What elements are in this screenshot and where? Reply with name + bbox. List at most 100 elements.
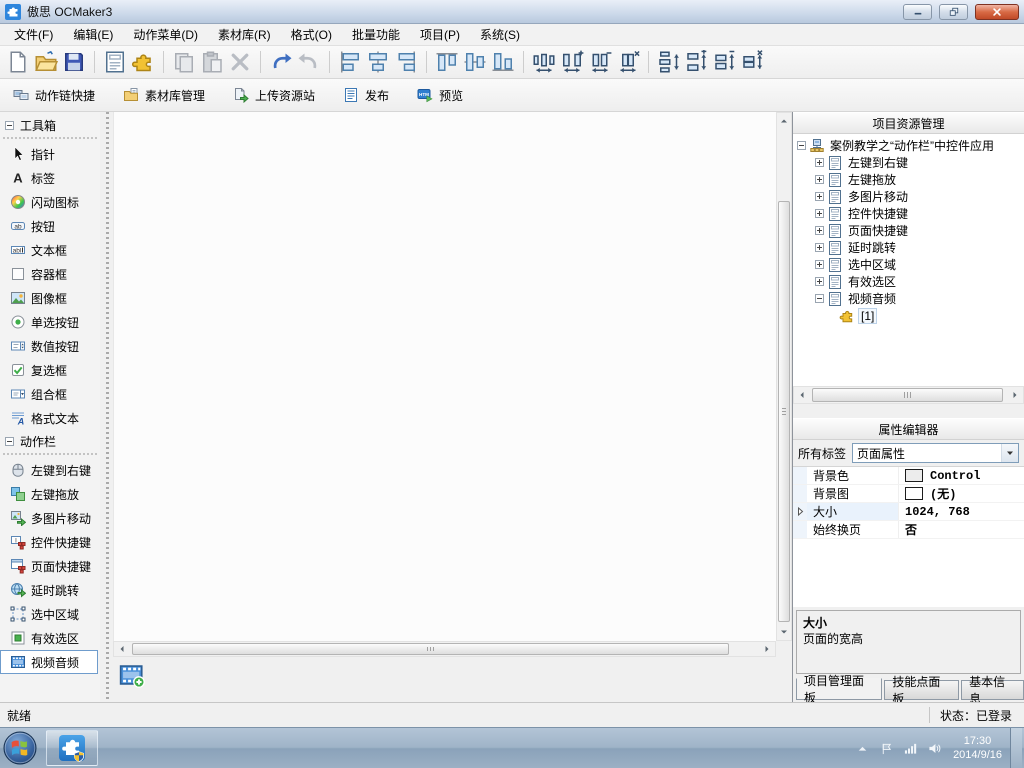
tree-node-page[interactable]: 左键到右键	[793, 154, 1024, 171]
menu-material[interactable]: 素材库(R)	[208, 24, 281, 45]
tab-project-management[interactable]: 项目管理面板	[796, 674, 883, 705]
page-form-button[interactable]	[102, 49, 128, 75]
tree-horizontal-scrollbar[interactable]	[793, 386, 1024, 404]
space-h-decrease-button[interactable]	[587, 49, 613, 75]
space-h-increase-button[interactable]	[559, 49, 585, 75]
tool-control-hotkey[interactable]: I 控件快捷键	[0, 530, 100, 554]
tool-valid-area[interactable]: 有效选区	[0, 626, 100, 650]
property-value-cell[interactable]: (无)	[899, 485, 1024, 502]
tree-node-page[interactable]: 视频音频	[793, 290, 1024, 307]
tool-checkbox[interactable]: 复选框	[0, 358, 100, 382]
tree-node-page[interactable]: 多图片移动	[793, 188, 1024, 205]
menu-system[interactable]: 系统(S)	[470, 24, 530, 45]
menu-format[interactable]: 格式(O)	[281, 24, 342, 45]
taskbar-clock[interactable]: 17:30 2014/9/16	[947, 734, 1008, 762]
open-button[interactable]	[33, 49, 59, 75]
tool-multi-image-move[interactable]: 多图片移动	[0, 506, 100, 530]
tool-drag-drop[interactable]: 左键拖放	[0, 482, 100, 506]
tree-node-page[interactable]: 控件快捷键	[793, 205, 1024, 222]
space-v-remove-button[interactable]	[740, 49, 766, 75]
upload-resource-button[interactable]: 上传资源站	[224, 82, 324, 108]
tab-basic-info[interactable]: 基本信息	[961, 675, 1024, 706]
tree-expand-icon[interactable]	[815, 175, 824, 184]
network-button[interactable]	[899, 734, 921, 762]
scroll-right-button[interactable]	[1007, 387, 1023, 403]
new-document-button[interactable]	[5, 49, 31, 75]
align-center-button[interactable]	[365, 49, 391, 75]
tool-delay-jump[interactable]: 延时跳转	[0, 578, 100, 602]
tree-expand-icon[interactable]	[815, 260, 824, 269]
space-h-equal-button[interactable]	[531, 49, 557, 75]
space-v-increase-button[interactable]	[684, 49, 710, 75]
preview-button[interactable]: HTM 预览	[408, 82, 472, 108]
tool-label[interactable]: A 标签	[0, 166, 100, 190]
scroll-left-button[interactable]	[114, 642, 130, 656]
property-row-size[interactable]: 大小 1024, 768	[793, 503, 1024, 521]
tool-imagebox[interactable]: 图像框	[0, 286, 100, 310]
chevron-down-icon[interactable]	[1001, 444, 1018, 462]
action-chain-button[interactable]: 动作链快捷	[4, 82, 104, 108]
tag-dropdown[interactable]: 页面属性	[852, 443, 1019, 463]
tree-collapse-icon[interactable]	[797, 141, 806, 150]
redo-button[interactable]	[296, 49, 322, 75]
undo-button[interactable]	[268, 49, 294, 75]
property-row-backcolor[interactable]: 背景色 Control	[793, 467, 1024, 485]
restore-button[interactable]	[939, 3, 968, 20]
tool-textbox[interactable]: abl 文本框	[0, 238, 100, 262]
tree-expand-icon[interactable]	[815, 209, 824, 218]
canvas-horizontal-scrollbar[interactable]	[113, 641, 776, 657]
tree-expand-icon[interactable]	[815, 243, 824, 252]
property-value-cell[interactable]: 1024, 768	[899, 505, 1024, 519]
menu-file[interactable]: 文件(F)	[4, 24, 63, 45]
align-bottom-button[interactable]	[490, 49, 516, 75]
align-left-button[interactable]	[337, 49, 363, 75]
collapse-icon[interactable]	[5, 120, 14, 130]
tool-page-hotkey[interactable]: 页面快捷键	[0, 554, 100, 578]
scroll-right-button[interactable]	[759, 642, 775, 656]
show-desktop-button[interactable]	[1010, 727, 1022, 768]
action-puzzle-button[interactable]	[130, 49, 156, 75]
tree-node-page[interactable]: 有效选区	[793, 273, 1024, 290]
align-right-button[interactable]	[393, 49, 419, 75]
expand-right-icon[interactable]	[796, 507, 805, 516]
tool-richtext[interactable]: A 格式文本	[0, 406, 100, 430]
taskbar-app-button[interactable]	[46, 730, 98, 766]
menu-action[interactable]: 动作菜单(D)	[123, 24, 208, 45]
menu-project[interactable]: 项目(P)	[410, 24, 470, 45]
placed-video-audio-icon[interactable]	[119, 662, 145, 688]
tool-radio[interactable]: 单选按钮	[0, 310, 100, 334]
start-button[interactable]	[0, 728, 40, 768]
scrollbar-thumb[interactable]	[812, 388, 1003, 402]
tool-flash-icon[interactable]: 闪动图标	[0, 190, 100, 214]
scrollbar-track[interactable]	[130, 642, 759, 656]
tool-left-to-right-key[interactable]: 左键到右键	[0, 458, 100, 482]
align-middle-button[interactable]	[462, 49, 488, 75]
tree-expand-icon[interactable]	[815, 192, 824, 201]
tree-expand-icon[interactable]	[815, 158, 824, 167]
tool-numeric[interactable]: 数值按钮	[0, 334, 100, 358]
scroll-up-button[interactable]	[777, 113, 791, 129]
publish-button[interactable]: 发布	[334, 82, 398, 108]
tree-node-page[interactable]: 选中区域	[793, 256, 1024, 273]
align-top-button[interactable]	[434, 49, 460, 75]
scrollbar-track[interactable]	[777, 129, 791, 624]
tool-button[interactable]: ab 按钮	[0, 214, 100, 238]
tree-node-page[interactable]: 页面快捷键	[793, 222, 1024, 239]
space-h-remove-button[interactable]	[615, 49, 641, 75]
minimize-button[interactable]	[903, 3, 932, 20]
property-value-cell[interactable]: Control	[899, 469, 1024, 483]
scrollbar-track[interactable]	[810, 387, 1007, 403]
close-button[interactable]	[975, 3, 1019, 20]
delete-button[interactable]	[227, 49, 253, 75]
collapse-icon[interactable]	[5, 436, 14, 446]
tool-video-audio[interactable]: 视频音频	[0, 650, 98, 674]
tool-container[interactable]: 容器框	[0, 262, 100, 286]
tree-root-node[interactable]: 案例教学之“动作栏”中控件应用	[793, 137, 1024, 154]
save-button[interactable]	[61, 49, 87, 75]
volume-button[interactable]	[923, 734, 945, 762]
action-center-button[interactable]	[875, 734, 897, 762]
space-v-decrease-button[interactable]	[712, 49, 738, 75]
property-value-cell[interactable]: 否	[899, 521, 1024, 538]
scrollbar-thumb[interactable]	[132, 643, 729, 655]
tree-collapse-icon[interactable]	[815, 294, 824, 303]
